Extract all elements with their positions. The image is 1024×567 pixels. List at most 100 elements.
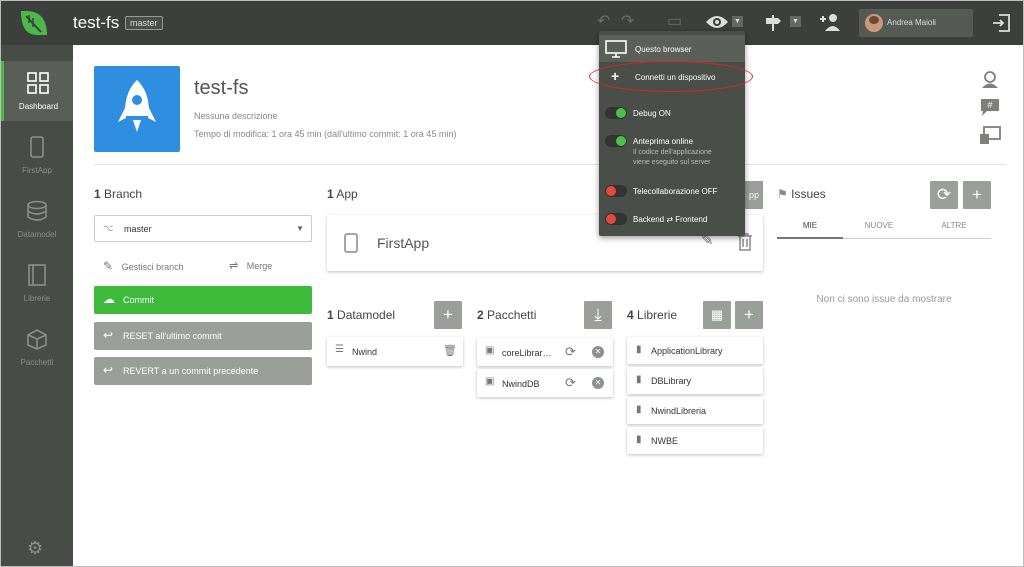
telecollab-toggle[interactable] (605, 185, 627, 197)
library-item-label: NwindLibreria (651, 406, 707, 416)
redo-icon[interactable]: ↷ (621, 12, 634, 32)
reset-button[interactable]: ↩ RESET all'ultimo commit (94, 322, 312, 350)
library-item-label: ApplicationLibrary (651, 346, 723, 356)
library-item[interactable]: ▮ NwindLibreria (627, 397, 763, 424)
preview-toggle[interactable] (605, 135, 627, 147)
issues-empty-message: Non ci sono issue da mostrare (816, 294, 952, 305)
tab-altre[interactable]: ALTRE (921, 221, 987, 230)
support-agent-icon[interactable] (979, 69, 1001, 89)
telecollab-toggle-item[interactable]: Telecollaborazione OFF (599, 183, 745, 199)
gear-icon[interactable]: ⚙ (27, 538, 43, 559)
svg-text:#: # (987, 100, 992, 110)
sidebar-item-librerie[interactable]: Librerie (1, 253, 73, 313)
package-item-label: coreLibrar… (502, 348, 552, 358)
revert-button[interactable]: ↩ REVERT a un commit precedente (94, 357, 312, 385)
sidebar-label-dashboard: Dashboard (18, 102, 59, 111)
chat-hashtag-icon[interactable]: # (979, 97, 1001, 117)
chevron-down-icon: ▼ (296, 224, 304, 233)
package-item[interactable]: ▣ NwindDB ⟳ ✕ (477, 369, 613, 397)
libraries-section-title: 4 Librerie (627, 308, 678, 322)
highlight-ellipse (589, 61, 753, 92)
remove-icon[interactable]: ✕ (592, 377, 604, 389)
box-icon: ▣ (485, 345, 495, 356)
logout-icon[interactable] (991, 13, 1011, 33)
book-icon: ▮ (636, 434, 642, 445)
sidebar-item-datamodel[interactable]: Datamodel (1, 189, 73, 249)
backend-toggle[interactable] (605, 213, 627, 225)
signpost-icon[interactable] (763, 13, 783, 33)
main-content: test-fs Nessuna descrizione Tempo di mod… (73, 45, 1023, 566)
datamodel-item-label: Nwind (352, 347, 378, 357)
sync-icon[interactable]: ⟳ (565, 375, 576, 391)
sidebar-item-firstapp[interactable]: FirstApp (1, 125, 73, 185)
sync-issues-button[interactable]: ⟳ (930, 181, 958, 209)
book-icon: ▮ (636, 374, 642, 385)
eye-icon[interactable] (705, 14, 729, 30)
signpost-dropdown-icon[interactable]: ▼ (790, 16, 801, 27)
sidebar-label-librerie: Librerie (23, 294, 51, 303)
book-icon: ▮ (636, 404, 642, 415)
remove-icon[interactable]: ✕ (592, 346, 604, 358)
branch-badge: master (125, 16, 163, 30)
grid-icon (27, 72, 49, 94)
leaf-logo-icon[interactable] (17, 7, 51, 39)
reset-arrow-icon: ↩ (103, 328, 114, 342)
project-modified-time: Tempo di modifica: 1 ora 45 min (dall'ul… (194, 129, 457, 139)
backend-toggle-item[interactable]: Backend ⇄ Frontend (599, 211, 745, 227)
branch-icon: ⌥ (103, 223, 114, 233)
this-browser-item[interactable]: Questo browser (599, 35, 745, 62)
datamodel-item[interactable]: ☰ Nwind 🗑 (327, 337, 463, 366)
commit-button[interactable]: ☁ Commit (94, 286, 312, 314)
package-item-label: NwindDB (502, 379, 540, 389)
monitor-icon[interactable]: ▭ (667, 12, 682, 32)
app-window: test-fs master ↶ ↷ ▭ ▼ ▼ Andrea Maioli D… (0, 0, 1024, 567)
eye-dropdown-icon[interactable]: ▼ (732, 16, 743, 27)
add-user-icon[interactable] (819, 12, 841, 32)
add-issue-button[interactable]: + (963, 181, 991, 209)
pencil-icon: ✎ (103, 259, 114, 273)
branch-select[interactable]: ⌥ master ▼ (94, 215, 312, 242)
merge-link[interactable]: ⇌ Merge (229, 259, 272, 272)
phone-icon (344, 233, 358, 253)
debug-label: Debug ON (633, 109, 671, 118)
project-description: Nessuna descrizione (194, 111, 278, 121)
preview-sub-1: Il codice dell'applicazione (633, 149, 712, 156)
sidebar: Dashboard FirstApp Datamodel Librerie Pa… (1, 45, 73, 566)
database-icon: ☰ (335, 344, 344, 355)
sidebar-label-datamodel: Datamodel (17, 230, 57, 239)
this-browser-label: Questo browser (635, 45, 692, 54)
sync-icon[interactable]: ⟳ (565, 344, 576, 360)
branch-select-value: master (124, 224, 152, 234)
manage-branch-link[interactable]: ✎ Gestisci branch (103, 259, 184, 273)
sidebar-label-pacchetti: Pacchetti (20, 358, 54, 367)
sidebar-label-firstapp: FirstApp (22, 166, 52, 175)
debug-toggle-item[interactable]: Debug ON (599, 105, 745, 121)
library-item-label: DBLibrary (651, 376, 692, 386)
database-icon (27, 200, 47, 221)
add-datamodel-button[interactable]: + (434, 301, 462, 329)
packages-section-title: 2 Pacchetti (477, 308, 537, 322)
preview-toggle-item[interactable]: Anteprima online Il codice dell'applicaz… (599, 133, 745, 169)
download-package-button[interactable]: ⤓ (584, 301, 612, 329)
sidebar-item-dashboard[interactable]: Dashboard (1, 61, 73, 121)
trash-icon[interactable]: 🗑 (443, 344, 457, 357)
add-library-button[interactable]: + (735, 301, 763, 329)
project-icon (94, 66, 180, 152)
cloud-upload-icon: ☁ (103, 292, 115, 306)
user-menu-button[interactable]: Andrea Maioli (859, 9, 973, 37)
share-screen-icon[interactable] (979, 125, 1001, 145)
library-item[interactable]: ▮ ApplicationLibrary (627, 337, 763, 364)
debug-toggle[interactable] (605, 107, 627, 119)
tab-mie[interactable]: MIE (777, 221, 843, 239)
app-name: FirstApp (377, 235, 430, 251)
library-store-button[interactable]: ▦ (703, 301, 731, 329)
library-item[interactable]: ▮ NWBE (627, 427, 763, 454)
book-icon: ▮ (636, 344, 642, 355)
sidebar-item-pacchetti[interactable]: Pacchetti (1, 317, 73, 377)
library-item[interactable]: ▮ DBLibrary (627, 367, 763, 394)
package-item[interactable]: ▣ coreLibrar… ⟳ ✕ (477, 338, 613, 366)
book-icon (28, 264, 46, 286)
tab-nuove[interactable]: NUOVE (846, 221, 912, 230)
undo-icon[interactable]: ↶ (597, 12, 610, 32)
issues-tabs: MIE NUOVE ALTRE (777, 221, 991, 239)
